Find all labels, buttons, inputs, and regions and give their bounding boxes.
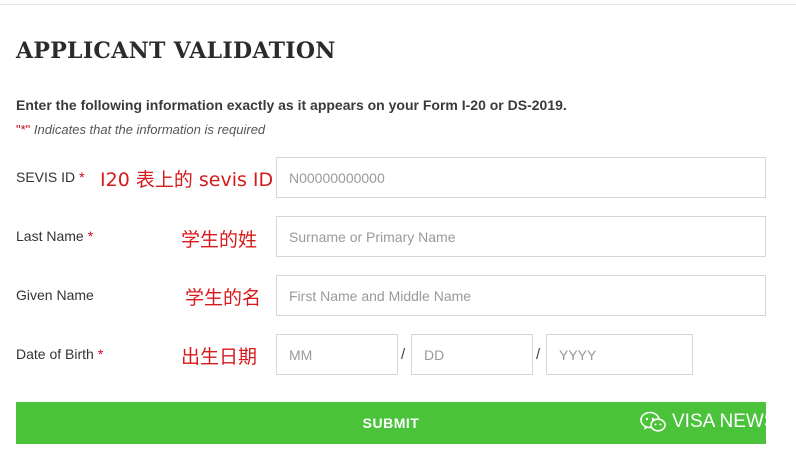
page-title: APPLICANT VALIDATION: [16, 38, 336, 64]
date-separator: /: [401, 346, 406, 363]
given-name-input[interactable]: [276, 275, 766, 316]
last-name-annotation: 学生的姓: [181, 229, 258, 251]
sevis-id-label: SEVIS ID *: [16, 169, 85, 185]
sevis-id-input[interactable]: [276, 157, 766, 198]
watermark-text: VISA NEWS: [672, 411, 777, 432]
form-instructions: Enter the following information exactly …: [16, 97, 567, 113]
date-separator: /: [536, 346, 541, 363]
given-name-label: Given Name: [16, 287, 94, 303]
sevis-id-annotation: I20 表上的 sevis ID: [100, 169, 274, 191]
required-note: "*" Indicates that the information is re…: [16, 122, 265, 137]
birth-year-input[interactable]: [546, 334, 693, 375]
date-of-birth-label: Date of Birth *: [16, 346, 104, 362]
required-marker: *: [87, 228, 94, 244]
last-name-input[interactable]: [276, 216, 766, 257]
required-note-text: Indicates that the information is requir…: [30, 122, 266, 137]
birth-month-input[interactable]: [276, 334, 398, 375]
last-name-label: Last Name *: [16, 228, 94, 244]
required-marker: *: [79, 169, 85, 185]
given-name-annotation: 学生的名: [185, 287, 262, 309]
wechat-icon: [640, 411, 666, 432]
watermark: VISA NEWS: [640, 409, 777, 435]
top-divider: [0, 4, 796, 5]
required-note-star: "*": [16, 122, 31, 137]
birth-day-input[interactable]: [411, 334, 533, 375]
required-marker: *: [97, 346, 104, 362]
date-of-birth-annotation: 出生日期: [181, 346, 258, 368]
